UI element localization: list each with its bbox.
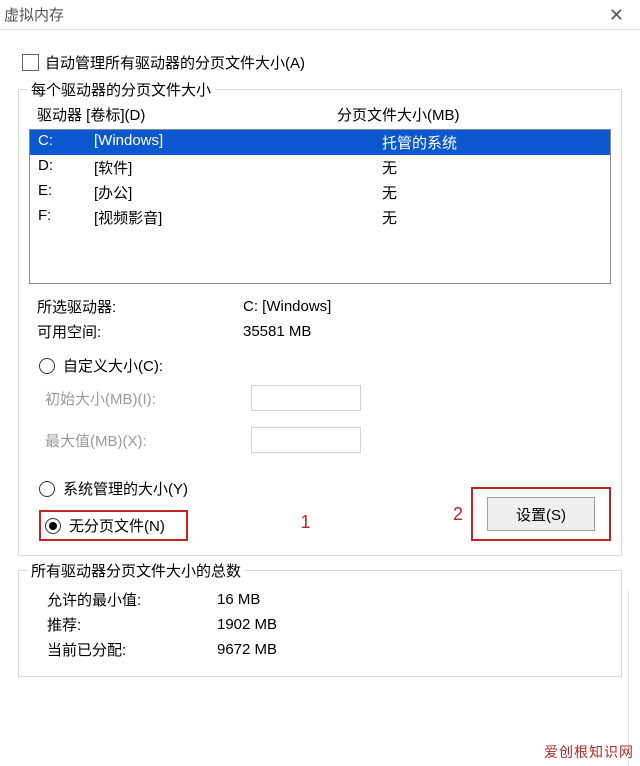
drive-letter: E: — [38, 182, 94, 203]
rec-value: 1902 MB — [217, 616, 611, 633]
dialog-content: 自动管理所有驱动器的分页文件大小(A) 每个驱动器的分页文件大小 驱动器 [卷标… — [0, 30, 640, 697]
drive-letter: D: — [38, 157, 94, 178]
set-button[interactable]: 设置(S) — [487, 497, 595, 531]
min-label: 允许的最小值: — [37, 589, 217, 610]
table-row[interactable]: C: [Windows] 托管的系统 — [30, 130, 610, 155]
selected-drive-label: 所选驱动器: — [37, 296, 243, 317]
radio-custom[interactable] — [39, 358, 55, 374]
drive-page: 无 — [382, 157, 602, 178]
side-edge — [628, 590, 640, 766]
col-page-header: 分页文件大小(MB) — [337, 104, 603, 125]
rec-label: 推荐: — [37, 614, 217, 635]
radio-system-label: 系统管理的大小(Y) — [63, 478, 188, 499]
cur-value: 9672 MB — [217, 641, 611, 658]
auto-manage-checkbox[interactable] — [22, 54, 39, 71]
max-size-row: 最大值(MB)(X): — [29, 423, 611, 457]
drive-list-header: 驱动器 [卷标](D) 分页文件大小(MB) — [29, 100, 611, 129]
radio-none-label: 无分页文件(N) — [69, 515, 165, 536]
max-size-label: 最大值(MB)(X): — [45, 430, 251, 451]
free-space-row: 可用空间: 35581 MB — [29, 319, 611, 344]
drive-label: [办公] — [94, 182, 382, 203]
drive-letter: C: — [38, 132, 94, 153]
min-value: 16 MB — [217, 591, 611, 608]
auto-manage-label: 自动管理所有驱动器的分页文件大小(A) — [45, 52, 305, 73]
close-icon[interactable]: ✕ — [603, 6, 630, 24]
annotation-1-box: 无分页文件(N) — [39, 510, 188, 541]
initial-size-input[interactable] — [251, 385, 361, 411]
group-total: 所有驱动器分页文件大小的总数 允许的最小值: 16 MB 推荐: 1902 MB… — [18, 570, 622, 677]
radio-custom-row[interactable]: 自定义大小(C): — [29, 350, 611, 381]
table-row[interactable]: D: [软件] 无 — [30, 155, 610, 180]
radio-none[interactable] — [45, 518, 61, 534]
drive-letter: F: — [38, 207, 94, 228]
drive-listbox[interactable]: C: [Windows] 托管的系统 D: [软件] 无 E: [办公] 无 F… — [29, 129, 611, 284]
radio-system[interactable] — [39, 481, 55, 497]
table-row[interactable]: F: [视频影音] 无 — [30, 205, 610, 230]
max-size-input[interactable] — [251, 427, 361, 453]
radio-custom-label: 自定义大小(C): — [63, 355, 163, 376]
radio-system-row[interactable]: 系统管理的大小(Y) — [39, 473, 188, 504]
annotation-2-number: 2 — [453, 504, 463, 525]
drive-label: [软件] — [94, 157, 382, 178]
table-row[interactable]: E: [办公] 无 — [30, 180, 610, 205]
cur-row: 当前已分配: 9672 MB — [29, 637, 611, 662]
min-row: 允许的最小值: 16 MB — [29, 587, 611, 612]
free-space-value: 35581 MB — [243, 323, 611, 340]
annotation-1-number: 1 — [300, 512, 310, 533]
group-total-title: 所有驱动器分页文件大小的总数 — [27, 560, 245, 581]
col-drive-header: 驱动器 [卷标](D) — [37, 104, 337, 125]
cur-label: 当前已分配: — [37, 639, 217, 660]
group-each-drive: 每个驱动器的分页文件大小 驱动器 [卷标](D) 分页文件大小(MB) C: [… — [18, 89, 622, 556]
drive-page: 无 — [382, 207, 602, 228]
free-space-label: 可用空间: — [37, 321, 243, 342]
window-title: 虚拟内存 — [4, 4, 64, 25]
drive-label: [Windows] — [94, 132, 382, 153]
watermark: 爱创根知识网 — [544, 742, 634, 762]
drive-label: [视频影音] — [94, 207, 382, 228]
titlebar: 虚拟内存 ✕ — [0, 0, 640, 30]
group-each-title: 每个驱动器的分页文件大小 — [27, 79, 215, 100]
drive-page: 托管的系统 — [382, 132, 602, 153]
selected-drive-value: C: [Windows] — [243, 298, 611, 315]
auto-manage-row[interactable]: 自动管理所有驱动器的分页文件大小(A) — [22, 52, 622, 73]
rec-row: 推荐: 1902 MB — [29, 612, 611, 637]
drive-page: 无 — [382, 182, 602, 203]
initial-size-row: 初始大小(MB)(I): — [29, 381, 611, 415]
annotation-2-box: 设置(S) — [471, 487, 611, 541]
selected-drive-row: 所选驱动器: C: [Windows] — [29, 294, 611, 319]
initial-size-label: 初始大小(MB)(I): — [45, 388, 251, 409]
set-area: 系统管理的大小(Y) 无分页文件(N) 1 2 设置(S) — [29, 473, 611, 541]
